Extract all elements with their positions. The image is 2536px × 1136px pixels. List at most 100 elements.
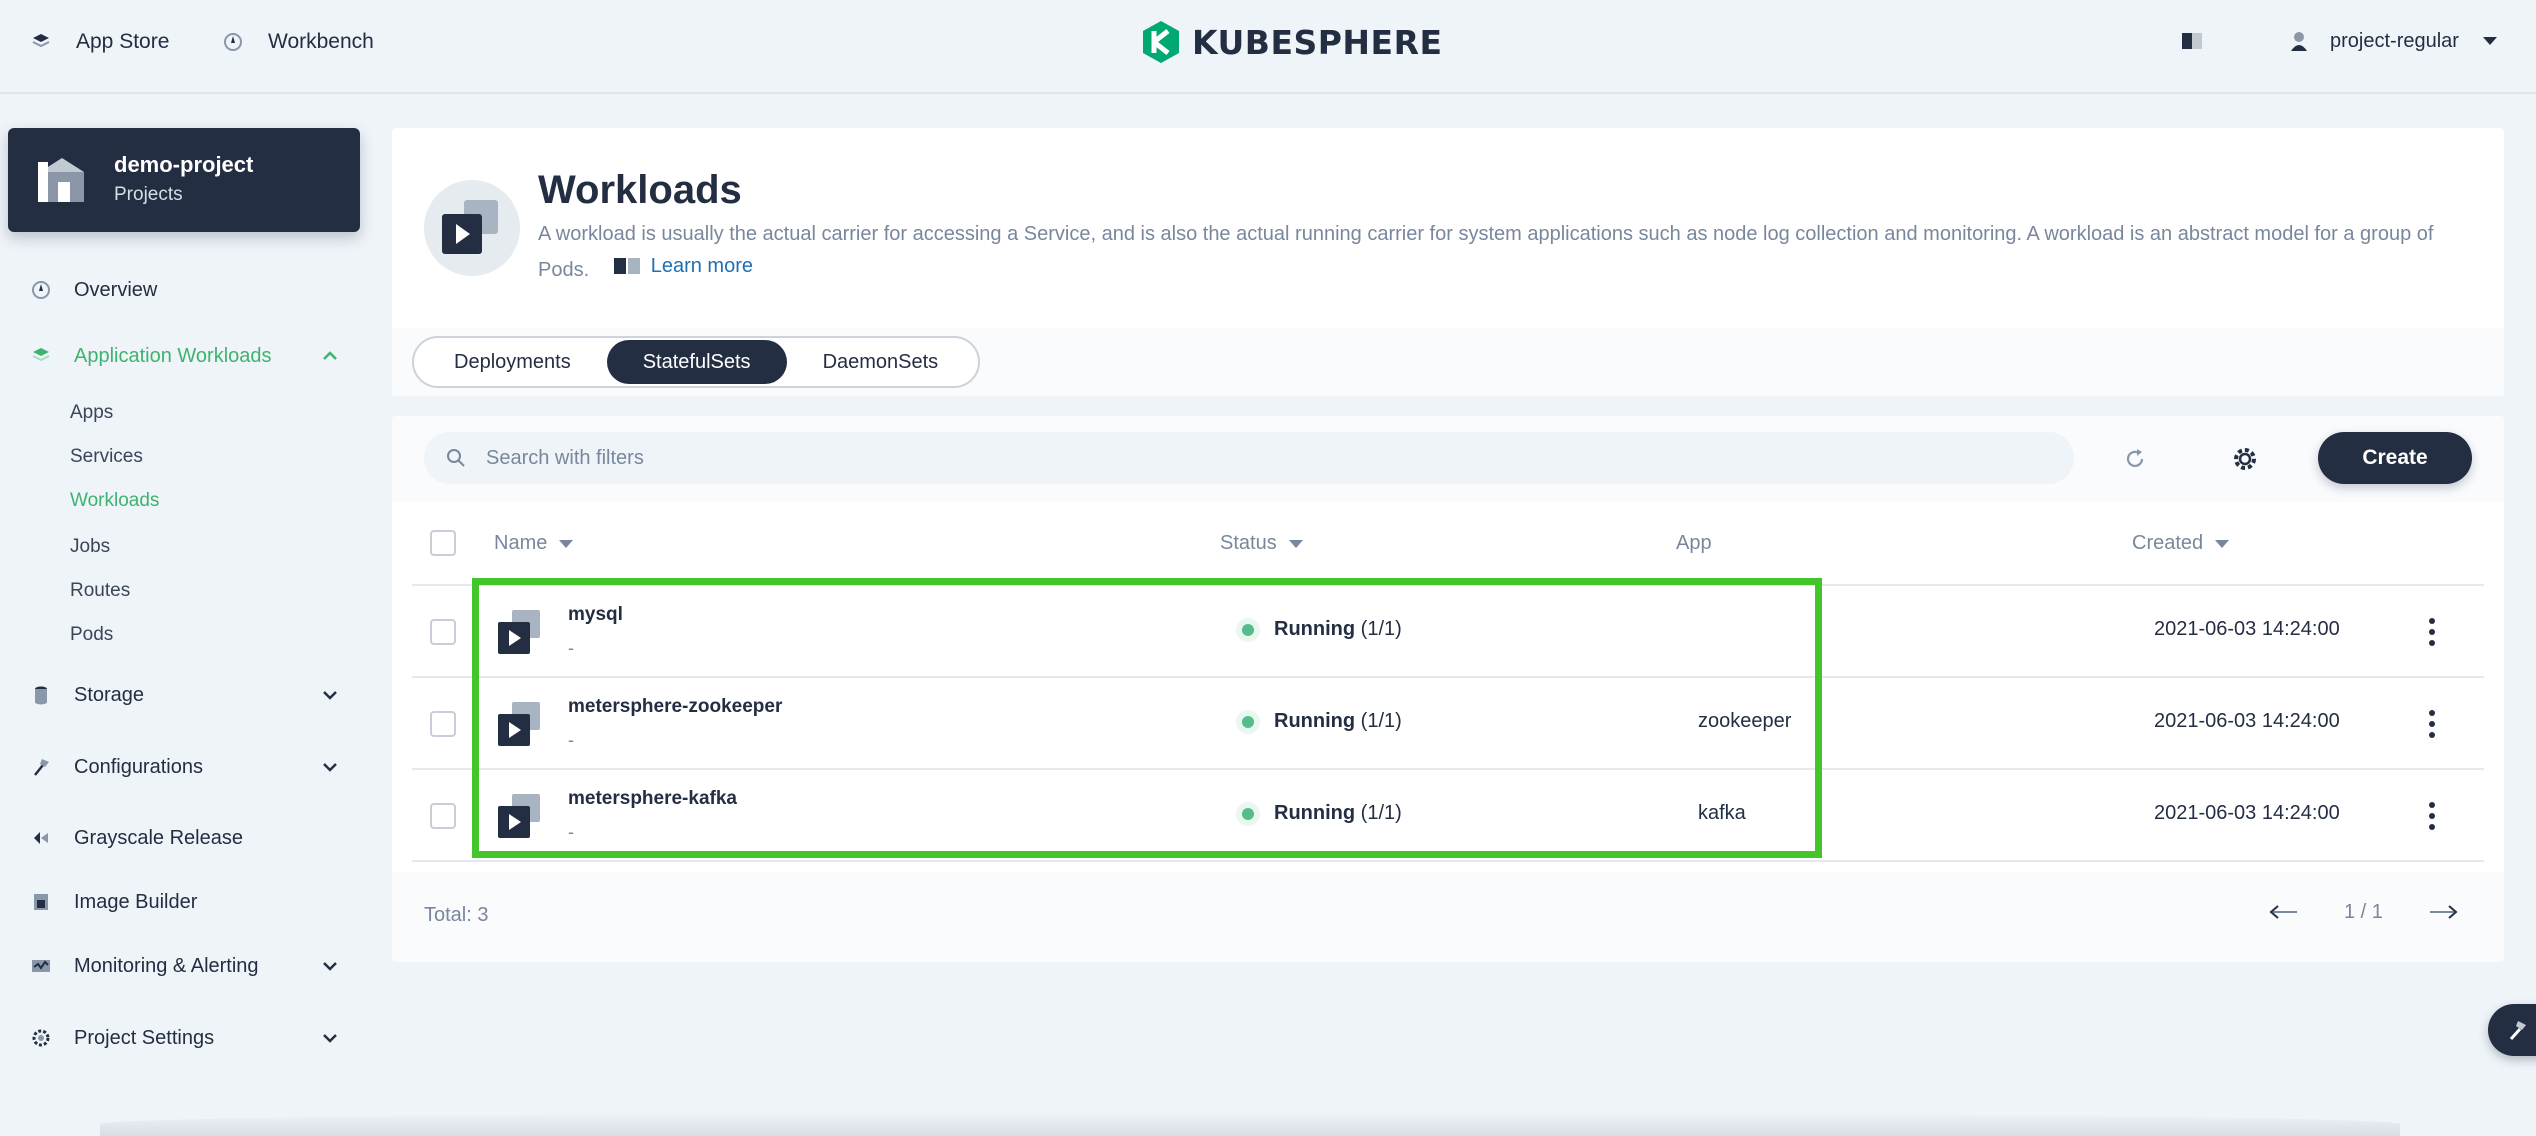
sidebar-item-storage[interactable]: Storage [30, 677, 340, 713]
sidebar-item-application-workloads[interactable]: Application Workloads [30, 338, 340, 374]
table-footer: Total: 3 1 / 1 [392, 872, 2504, 962]
workloads-icon [424, 180, 520, 276]
search-icon [447, 449, 465, 467]
created-time: 2021-06-03 14:24:00 [2154, 802, 2340, 824]
app-store-link[interactable]: App Store [30, 26, 169, 58]
image-builder-icon [30, 891, 52, 913]
row-checkbox[interactable] [430, 803, 456, 829]
search-input[interactable] [486, 446, 1986, 470]
page-header: Workloads A workload is usually the actu… [392, 128, 2504, 328]
previous-page-arrow-icon[interactable] [2268, 900, 2300, 924]
status-cell: Running (1/1) [1242, 618, 1402, 641]
workload-description: - [568, 822, 574, 842]
user-icon [2291, 32, 2307, 51]
column-header-name[interactable]: Name [494, 532, 574, 555]
sidebar-item-label: Project Settings [74, 1026, 215, 1049]
bottom-shadow [100, 1112, 2400, 1136]
kubesphere-logo[interactable]: KUBESPHERE [1140, 18, 1443, 66]
toolbox-button[interactable] [2488, 1004, 2536, 1056]
sidebar-item-monitoring-alerting[interactable]: Monitoring & Alerting [30, 948, 340, 984]
sidebar-subitem-routes[interactable]: Routes [70, 576, 130, 606]
next-page-arrow-icon[interactable] [2427, 900, 2459, 924]
tab-daemonsets[interactable]: DaemonSets [787, 340, 975, 384]
table-row: mysql - Running (1/1) 2021-06-03 14:24:0… [412, 586, 2484, 678]
workload-description: - [568, 730, 574, 750]
workload-name-link[interactable]: mysql [568, 604, 623, 626]
chevron-down-icon [323, 1034, 337, 1043]
pagination: 1 / 1 [2268, 900, 2459, 924]
project-selector[interactable]: demo-project Projects [8, 128, 360, 232]
username: project-regular [2330, 29, 2459, 52]
status-running-dot-icon [1242, 807, 1254, 820]
monitoring-icon [30, 955, 52, 977]
statefulset-icon [494, 698, 546, 750]
table-header: Name Status App Created [412, 502, 2484, 586]
page-title: Workloads [538, 168, 742, 212]
statefulset-icon [494, 790, 546, 842]
tabs-strip: Deployments StatefulSets DaemonSets [392, 328, 2504, 396]
sidebar-subitem-workloads[interactable]: Workloads [70, 486, 159, 516]
chevron-down-icon [323, 962, 337, 971]
table-row: metersphere-kafka - Running (1/1) kafka … [412, 770, 2484, 862]
status-label: Running [1274, 618, 1356, 640]
more-actions-icon[interactable] [2418, 706, 2446, 742]
app-store-label: App Store [76, 30, 170, 53]
learn-more-label: Learn more [650, 255, 753, 277]
description-text: A workload is usually the actual carrier… [538, 223, 2434, 281]
app-cell: kafka [1698, 802, 1746, 824]
project-name: demo-project [114, 152, 254, 177]
create-button[interactable]: Create [2318, 432, 2472, 484]
sidebar-item-label: Configurations [74, 755, 203, 778]
column-header-app: App [1676, 532, 1712, 555]
overview-icon [30, 279, 52, 301]
total-count: Total: 3 [424, 904, 489, 926]
user-menu[interactable]: project-regular [2290, 24, 2499, 58]
chevron-down-icon [323, 763, 337, 772]
learn-more-link[interactable]: Learn more [613, 250, 753, 282]
tab-deployments[interactable]: Deployments [418, 340, 607, 384]
logo-text: KUBESPHERE [1192, 22, 1443, 62]
status-count: (1/1) [1360, 710, 1402, 732]
sidebar-item-configurations[interactable]: Configurations [30, 749, 340, 785]
status-cell: Running (1/1) [1242, 710, 1402, 733]
more-actions-icon[interactable] [2418, 614, 2446, 650]
sidebar-subitem-pods[interactable]: Pods [70, 620, 113, 650]
row-checkbox[interactable] [430, 711, 456, 737]
workloads-table: Name Status App Created mysql - Running … [412, 502, 2484, 862]
status-running-dot-icon [1242, 715, 1254, 728]
workload-name-link[interactable]: metersphere-kafka [568, 788, 737, 810]
sidebar-subitem-apps[interactable]: Apps [70, 398, 113, 428]
page-description: A workload is usually the actual carrier… [538, 218, 2468, 286]
storage-icon [30, 684, 52, 706]
sidebar-item-grayscale-release[interactable]: Grayscale Release [30, 820, 340, 856]
sort-caret-icon [2215, 539, 2230, 548]
list-toolbar: Create [392, 416, 2504, 502]
column-header-status[interactable]: Status [1220, 532, 1303, 555]
configurations-icon [30, 756, 52, 778]
book-icon [613, 258, 640, 274]
workload-name-link[interactable]: metersphere-zookeeper [568, 696, 782, 718]
search-bar[interactable] [424, 432, 2074, 484]
select-all-checkbox[interactable] [430, 530, 456, 556]
sidebar-item-overview[interactable]: Overview [30, 272, 340, 308]
sidebar-subitem-services[interactable]: Services [70, 442, 143, 472]
row-checkbox[interactable] [430, 619, 456, 645]
project-type: Projects [114, 184, 183, 205]
column-label: Name [494, 532, 548, 554]
settings-gear-icon[interactable] [2232, 446, 2258, 472]
status-label: Running [1274, 710, 1356, 732]
column-label: Created [2132, 532, 2204, 554]
sort-caret-icon [559, 539, 574, 548]
workbench-link[interactable]: Workbench [222, 26, 374, 58]
document-icon[interactable] [2180, 30, 2204, 52]
status-cell: Running (1/1) [1242, 802, 1402, 825]
refresh-icon[interactable] [2122, 446, 2148, 472]
sidebar-item-project-settings[interactable]: Project Settings [30, 1020, 340, 1056]
sidebar-item-image-builder[interactable]: Image Builder [30, 884, 340, 920]
chevron-up-icon [323, 351, 337, 360]
app-store-icon [30, 31, 52, 53]
tab-statefulsets[interactable]: StatefulSets [606, 340, 787, 384]
column-header-created[interactable]: Created [2132, 532, 2230, 555]
more-actions-icon[interactable] [2418, 798, 2446, 834]
sidebar-subitem-jobs[interactable]: Jobs [70, 532, 110, 562]
